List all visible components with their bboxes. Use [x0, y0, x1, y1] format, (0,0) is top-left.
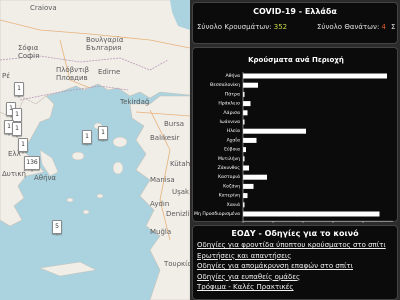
total-deaths-label: Σύνολο Θανάτων:	[317, 23, 382, 31]
map-label: Ρέ	[2, 72, 11, 80]
bar	[243, 128, 306, 134]
map-label: Kütahya	[170, 160, 190, 168]
regional-cases-chart: Κρούσματα ανά Περιοχή Αθήνα Θεσσαλονίκη Πάτ…	[194, 56, 393, 231]
map-label: Aydın	[150, 200, 170, 208]
map-label: Manisa	[150, 176, 175, 184]
category-label: Κατερίνη	[219, 192, 240, 199]
category-label: Λάρισα	[223, 109, 240, 116]
map-label: Tekirdağ	[120, 98, 150, 106]
map-label: Edirne	[98, 68, 121, 76]
category-label: Κοζάνη	[223, 182, 240, 189]
bar	[243, 101, 251, 107]
extra-stat-label: Σ	[391, 23, 396, 31]
map-label: Πλόβντιβ	[56, 66, 90, 74]
bar	[243, 110, 248, 116]
bar	[243, 174, 267, 180]
category-label: Ιωάννινα	[219, 118, 240, 125]
map-label: Muğla	[150, 228, 172, 236]
map-label: Bursa	[164, 120, 185, 128]
guidance-panel: ΕΟΔΥ - Οδηγίες για το κοινό Οδηγίες για …	[192, 225, 398, 300]
map-label: България	[86, 44, 122, 52]
guidance-link[interactable]: Οδηγίες για ευπαθείς ομάδες	[197, 272, 386, 283]
guidance-link[interactable]: Οδηγίες για απομάκρυνση επαφών στο σπίτι	[197, 261, 386, 272]
bar	[243, 73, 387, 79]
map-label: Пловдив	[56, 74, 88, 82]
guidance-links: Οδηγίες για φροντίδα ύποπτου κρούσματος …	[197, 240, 386, 293]
guidance-link[interactable]: Οδηγίες για φροντίδα ύποπτου κρούσματος …	[197, 240, 386, 251]
bar	[243, 147, 246, 153]
map-label: Denizli	[166, 210, 190, 218]
map-label: Софія	[18, 52, 40, 60]
map-label: Σόφια	[18, 44, 39, 52]
category-label: Χανιά	[227, 201, 240, 208]
category-label: Ηλεία	[227, 127, 240, 134]
case-marker[interactable]: 5	[52, 220, 62, 236]
total-deaths: Σύνολο Θανάτων: 4	[317, 23, 386, 31]
category-label: Θεσσαλονίκη	[210, 81, 240, 88]
map-label: Αθήνα	[34, 174, 57, 182]
summary-panel: COVID-19 - Ελλάδα Σύνολο Κρουσμάτων: 352…	[192, 2, 398, 44]
bar	[243, 82, 258, 88]
dashboard-sidebar: COVID-19 - Ελλάδα Σύνολο Κρουσμάτων: 352…	[190, 0, 400, 300]
case-marker[interactable]: 1	[18, 138, 28, 154]
category-label: Εύβοια	[224, 146, 240, 153]
map-label: Τουρκία	[164, 260, 190, 268]
bar	[243, 211, 380, 217]
case-marker[interactable]: 136	[24, 156, 40, 172]
case-marker[interactable]: 1	[14, 82, 24, 98]
bar	[243, 193, 248, 199]
category-label: Ζάκυνθος	[218, 164, 241, 171]
map-label: Βουλγαρία	[86, 36, 124, 44]
case-marker[interactable]: 1	[98, 126, 108, 142]
total-cases-value: 352	[273, 23, 288, 31]
guidance-link[interactable]: Ερωτήσεις και απαντήσεις	[197, 251, 386, 262]
bar	[243, 165, 249, 171]
guidance-link[interactable]: Τρόφιμα - Καλές Πρακτικές	[197, 282, 386, 293]
category-label: Αχαΐα	[227, 135, 240, 143]
bar	[243, 183, 254, 189]
regional-cases-panel: Κρούσματα ανά Περιοχή Αθήνα Θεσσαλονίκη Πάτ…	[192, 47, 398, 231]
map-label: Balıkesir	[150, 134, 180, 142]
category-label: Ηράκλειο	[218, 100, 240, 107]
category-label: Μη Προσδιορισμένα	[194, 210, 240, 217]
total-deaths-value: 4	[381, 23, 387, 31]
map-label: Δυτική	[2, 170, 26, 178]
case-marker[interactable]: 1	[82, 130, 92, 146]
total-cases: Σύνολο Κρουσμάτων: 352	[197, 23, 287, 31]
category-label: Αθήνα	[226, 72, 240, 79]
case-marker[interactable]: 1	[12, 122, 22, 138]
map-view[interactable]: Craiova Σόφια Софія Πλόβντιβ Пловдив Edi…	[0, 0, 190, 300]
category-label: Μυτιλήνη	[218, 155, 240, 162]
category-label: Πάτρα	[225, 90, 240, 97]
map-label: Craiova	[30, 4, 57, 12]
chart-title: Κρούσματα ανά Περιοχή	[248, 56, 344, 64]
total-cases-label: Σύνολο Κρουσμάτων:	[197, 23, 274, 31]
bar	[243, 137, 257, 143]
summary-title: COVID-19 - Ελλάδα	[253, 7, 337, 16]
category-label: Καστοριά	[218, 173, 240, 180]
guidance-title: ΕΟΔΥ - Οδηγίες για το κοινό	[231, 229, 359, 238]
map-label: Uşak	[172, 188, 190, 196]
